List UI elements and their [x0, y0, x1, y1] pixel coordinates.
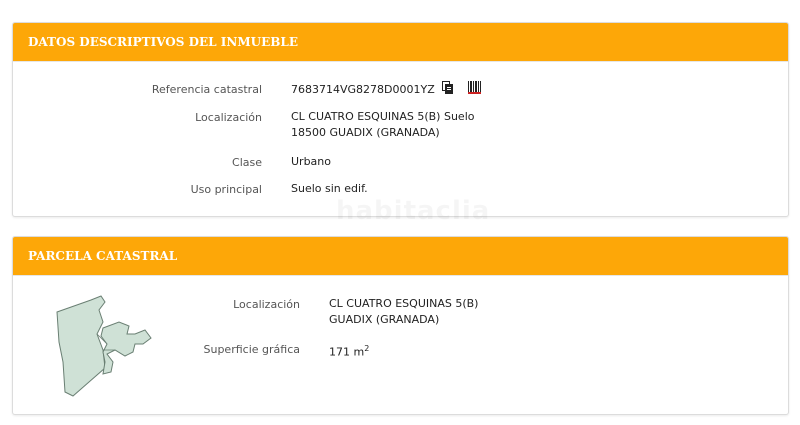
- superficie-label: Superficie gráfica: [203, 343, 301, 356]
- parcela-localizacion-value: CL CUATRO ESQUINAS 5(B) GUADIX (GRANADA): [329, 296, 478, 328]
- localizacion-label: Localización: [195, 111, 262, 124]
- referencia-value: 7683714VG8278D0001YZ: [291, 83, 435, 96]
- parcela-panel-title: PARCELA CATASTRAL: [13, 237, 788, 276]
- localizacion-line1: CL CUATRO ESQUINAS 5(B) Suelo: [291, 110, 475, 123]
- parcel-annex-shape: [100, 321, 152, 375]
- parcela-panel: PARCELA CATASTRAL Localización CL CUATRO…: [12, 236, 789, 415]
- parcela-localizacion-line2: GUADIX (GRANADA): [329, 313, 440, 326]
- referencia-value-wrap: 7683714VG8278D0001YZ: [291, 81, 481, 99]
- referencia-label: Referencia catastral: [151, 83, 262, 96]
- superficie-unit-sup: 2: [364, 344, 370, 353]
- parcel-shape: [56, 295, 106, 397]
- clase-value: Urbano: [291, 155, 331, 168]
- inmueble-panel-title: DATOS DESCRIPTIVOS DEL INMUEBLE: [13, 23, 788, 62]
- uso-principal-value: Suelo sin edif.: [291, 182, 368, 195]
- inmueble-panel: DATOS DESCRIPTIVOS DEL INMUEBLE Referenc…: [12, 22, 789, 217]
- parcel-map-image[interactable]: [53, 292, 173, 400]
- uso-principal-label: Uso principal: [190, 183, 262, 196]
- superficie-value: 171 m: [329, 345, 365, 359]
- clase-label: Clase: [232, 156, 262, 169]
- barcode-icon[interactable]: [467, 81, 481, 99]
- superficie-value-wrap: 171 m2: [329, 341, 369, 361]
- localizacion-line2: 18500 GUADIX (GRANADA): [291, 126, 440, 139]
- parcela-localizacion-label: Localización: [233, 298, 300, 311]
- parcela-localizacion-line1: CL CUATRO ESQUINAS 5(B): [329, 297, 479, 310]
- copy-icon[interactable]: [442, 81, 454, 99]
- localizacion-value: CL CUATRO ESQUINAS 5(B) Suelo 18500 GUAD…: [291, 109, 474, 141]
